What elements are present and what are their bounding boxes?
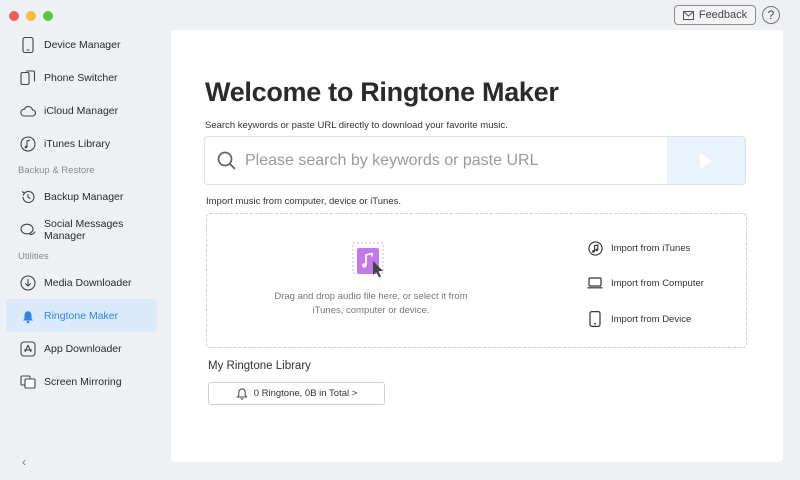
phone-switch-icon (20, 69, 36, 86)
sidebar-item-label: Screen Mirroring (44, 375, 122, 388)
library-summary: 0 Ringtone, 0B in Total > (253, 388, 358, 399)
search-go-button[interactable] (667, 137, 745, 184)
top-actions: Feedback ? (674, 5, 780, 25)
envelope-icon (682, 10, 694, 20)
window-controls (9, 11, 53, 21)
cloud-icon (20, 103, 36, 119)
feedback-button[interactable]: Feedback (674, 5, 756, 25)
sidebar-item-label: Device Manager (44, 38, 121, 51)
sidebar-item-label: Ringtone Maker (44, 309, 119, 322)
main-panel: Welcome to Ringtone Maker Search keyword… (171, 30, 783, 462)
import-from-computer[interactable]: Import from Computer (587, 275, 704, 291)
sidebar-item-device-manager[interactable]: Device Manager (6, 28, 157, 61)
sidebar-item-itunes-library[interactable]: iTunes Library (6, 127, 157, 160)
import-from-itunes[interactable]: Import from iTunes (587, 240, 690, 256)
sidebar-item-label: App Downloader (44, 342, 122, 355)
phone-icon (20, 36, 36, 53)
page-subtitle: Search keywords or paste URL directly to… (205, 120, 508, 131)
import-option-label: Import from iTunes (611, 242, 691, 254)
sidebar-section-backup: Backup & Restore (18, 165, 95, 176)
collapse-sidebar-button[interactable]: ‹ (22, 455, 26, 469)
help-button[interactable]: ? (762, 6, 780, 24)
maximize-window-button[interactable] (43, 11, 53, 21)
sidebar-item-media-downloader[interactable]: Media Downloader (6, 266, 157, 299)
itunes-icon (587, 240, 603, 256)
bell-outline-icon (236, 388, 248, 400)
drop-zone[interactable]: Drag and drop audio file here, or select… (206, 213, 747, 348)
download-icon (20, 274, 36, 291)
minimize-window-button[interactable] (26, 11, 36, 21)
sidebar-item-social-messages-manager[interactable]: Social Messages Manager (6, 213, 157, 246)
laptop-icon (587, 275, 603, 291)
close-window-button[interactable] (9, 11, 19, 21)
music-note-icon (20, 135, 36, 152)
sidebar-item-phone-switcher[interactable]: Phone Switcher (6, 61, 157, 94)
screens-icon (20, 374, 36, 390)
search-icon (205, 151, 241, 170)
feedback-label: Feedback (698, 9, 748, 21)
drop-instructions: Drag and drop audio file here, or select… (274, 291, 468, 316)
bell-icon (20, 308, 36, 324)
sidebar-item-label: Phone Switcher (44, 71, 118, 84)
sidebar-item-label: iCloud Manager (44, 104, 119, 117)
play-arrow-icon (700, 152, 712, 169)
ringtone-library-button[interactable]: 0 Ringtone, 0B in Total > (208, 382, 385, 405)
sidebar-item-label: Social Messages Manager (44, 217, 124, 242)
search-input[interactable] (241, 151, 667, 170)
audio-file-icon (352, 242, 388, 280)
sidebar-item-ringtone-maker[interactable]: Ringtone Maker (6, 299, 157, 332)
sidebar-section-utilities: Utilities (18, 251, 49, 262)
sidebar-item-label: Backup Manager (44, 190, 124, 203)
page-title: Welcome to Ringtone Maker (205, 77, 559, 107)
import-option-label: Import from Computer (611, 277, 704, 289)
import-option-label: Import from Device (611, 313, 692, 325)
chevron-left-icon: ‹ (22, 455, 26, 469)
app-store-icon (20, 340, 36, 357)
history-icon (20, 189, 36, 205)
import-from-device[interactable]: Import from Device (587, 311, 691, 327)
sidebar-item-icloud-manager[interactable]: iCloud Manager (6, 94, 157, 127)
sidebar-item-label: iTunes Library (44, 137, 111, 150)
import-label: Import music from computer, device or iT… (206, 196, 401, 207)
search-box (204, 136, 746, 185)
chat-bubbles-icon (20, 222, 36, 238)
sidebar-item-label: Media Downloader (44, 276, 132, 289)
library-title: My Ringtone Library (208, 360, 311, 372)
sidebar: Device Manager Phone Switcher iCloud Man… (6, 28, 157, 398)
sidebar-item-app-downloader[interactable]: App Downloader (6, 332, 157, 365)
sidebar-item-screen-mirroring[interactable]: Screen Mirroring (6, 365, 157, 398)
device-icon (587, 311, 603, 327)
sidebar-item-backup-manager[interactable]: Backup Manager (6, 180, 157, 213)
